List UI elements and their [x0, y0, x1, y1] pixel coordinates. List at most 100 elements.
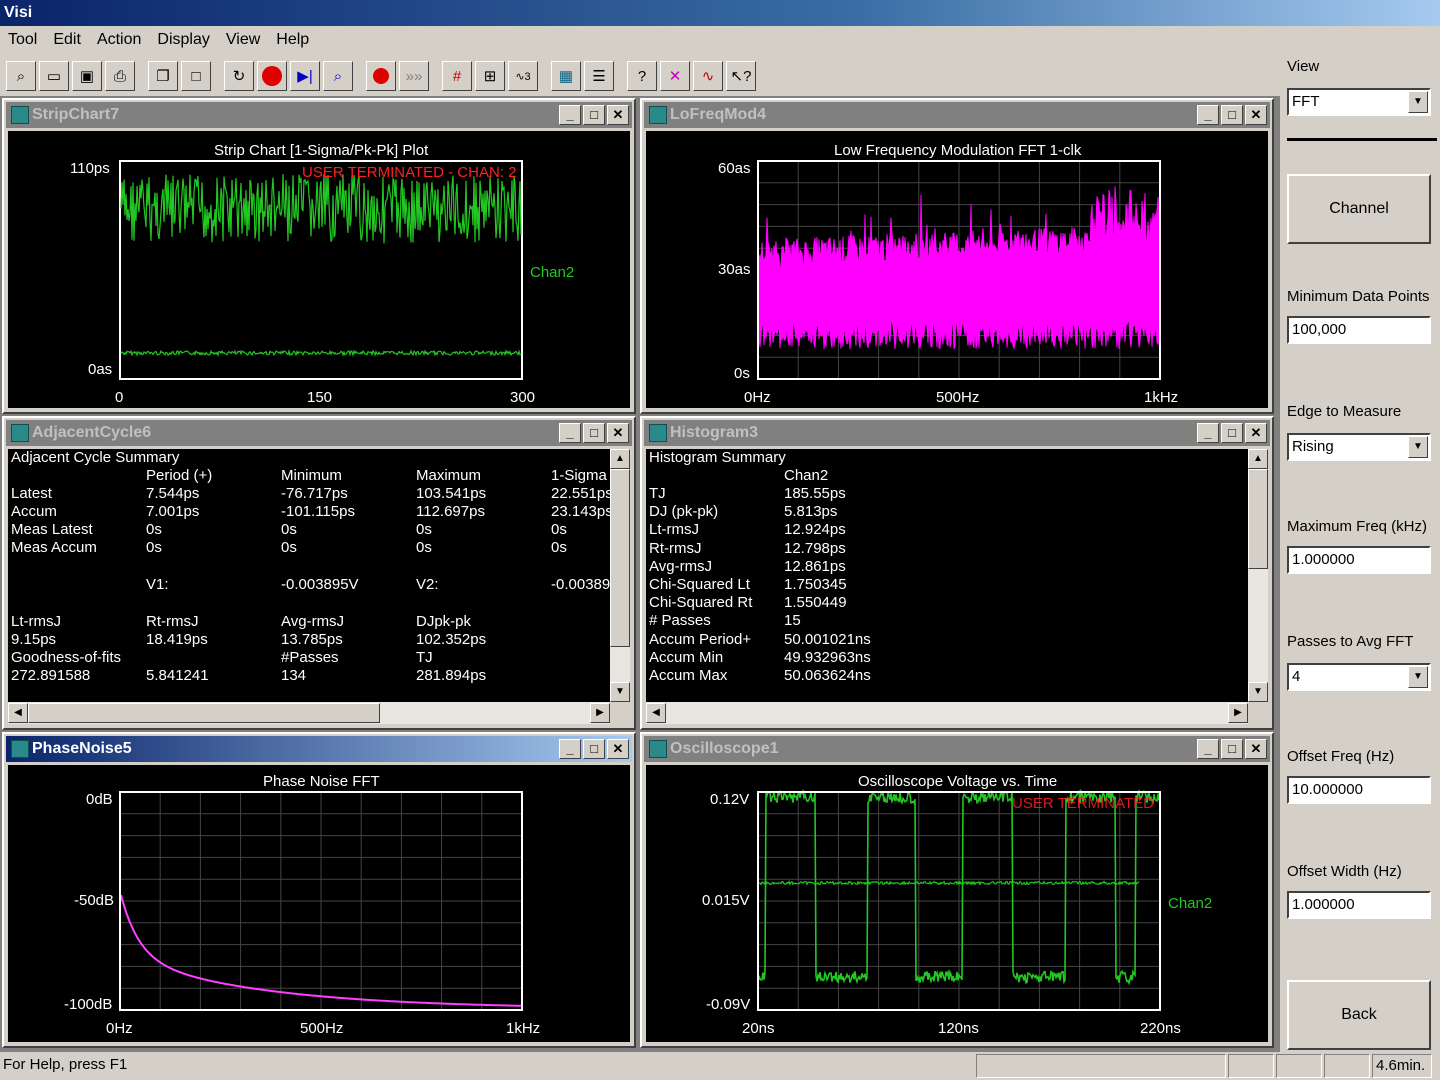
grid-icon[interactable]: # [442, 61, 472, 91]
form-icon[interactable]: ☰ [584, 61, 614, 91]
menu-action[interactable]: Action [89, 27, 149, 53]
stat-label: TJ [416, 649, 433, 666]
chevron-down-icon[interactable]: ▼ [1408, 436, 1428, 458]
minimize-button[interactable]: _ [559, 423, 581, 443]
row-label: Meas Accum [11, 539, 97, 556]
oscilloscope-window[interactable]: Oscilloscope1 _ □ ✕ Oscilloscope Voltage v… [640, 732, 1274, 1048]
cell: 0s [146, 521, 162, 538]
add-window-icon[interactable]: ⊞ [475, 61, 505, 91]
scroll-down-button[interactable]: ▼ [610, 682, 630, 702]
scroll-right-button[interactable]: ▶ [1228, 703, 1248, 723]
x-tick: 1kHz [1144, 389, 1179, 406]
maximize-button[interactable]: □ [583, 423, 605, 443]
menu-tool[interactable]: Tool [0, 27, 45, 53]
blank-icon[interactable]: □ [181, 61, 211, 91]
window-title-bar[interactable]: StripChart7 _ □ ✕ [6, 102, 632, 128]
channel-button[interactable]: Channel [1287, 174, 1431, 244]
vertical-scrollbar[interactable]: ▲ ▼ [1248, 449, 1268, 702]
max-freq-input[interactable]: 1.000000 [1287, 546, 1431, 574]
scroll-thumb[interactable] [610, 469, 630, 647]
scroll-left-button[interactable]: ◀ [646, 703, 666, 723]
calculator-icon[interactable]: ▦ [551, 61, 581, 91]
step-icon[interactable]: ▶| [290, 61, 320, 91]
scroll-thumb[interactable] [1248, 469, 1268, 569]
edge-select[interactable]: Rising ▼ [1287, 433, 1431, 461]
maximize-button[interactable]: □ [1221, 739, 1243, 759]
maximize-button[interactable]: □ [583, 105, 605, 125]
copy-icon[interactable]: ❐ [148, 61, 178, 91]
offset-width-input[interactable]: 1.000000 [1287, 891, 1431, 919]
row-label: Latest [11, 485, 52, 502]
scroll-down-button[interactable]: ▼ [1248, 682, 1268, 702]
menu-help[interactable]: Help [268, 27, 317, 53]
offset-freq-input[interactable]: 10.000000 [1287, 776, 1431, 804]
size-grip[interactable] [610, 702, 630, 724]
close-button[interactable]: ✕ [607, 739, 629, 759]
column-header: Chan2 [784, 467, 829, 484]
minimize-button[interactable]: _ [1197, 423, 1219, 443]
menu-edit[interactable]: Edit [45, 27, 89, 53]
close-button[interactable]: ✕ [607, 105, 629, 125]
window-title-bar[interactable]: AdjacentCycle6 _ □ ✕ [6, 420, 632, 446]
save-icon[interactable]: ▣ [72, 61, 102, 91]
scroll-right-button[interactable]: ▶ [590, 703, 610, 723]
scroll-left-button[interactable]: ◀ [8, 703, 28, 723]
window-title-bar[interactable]: Oscilloscope1 _ □ ✕ [644, 736, 1270, 762]
menu-view[interactable]: View [218, 27, 268, 53]
adjacent-cycle-window[interactable]: AdjacentCycle6 _ □ ✕ Adjacent Cycle Summar… [2, 416, 636, 730]
min-data-points-input[interactable]: 100,000 [1287, 316, 1431, 344]
minimize-button[interactable]: _ [1197, 739, 1219, 759]
zoom-icon[interactable]: ⌕ [323, 61, 353, 91]
cell: 1.750345 [784, 576, 847, 593]
horizontal-scrollbar[interactable]: ◀ ▶ [646, 702, 1248, 724]
minimize-button[interactable]: _ [1197, 105, 1219, 125]
record-icon[interactable] [366, 61, 396, 91]
scroll-up-button[interactable]: ▲ [1248, 449, 1268, 469]
stripchart-window[interactable]: StripChart7 _ □ ✕ Strip Chart [1-Sigma/Pk-… [2, 98, 636, 414]
fast-forward-icon[interactable]: »» [399, 61, 429, 91]
chart-window-icon [649, 740, 667, 758]
open-zoom-icon[interactable]: ⌕ [6, 61, 36, 91]
view-select[interactable]: FFT ▼ [1287, 88, 1431, 116]
maximize-button[interactable]: □ [1221, 105, 1243, 125]
chevron-down-icon[interactable]: ▼ [1408, 666, 1428, 688]
stop-icon[interactable] [257, 61, 287, 91]
close-button[interactable]: ✕ [1245, 105, 1267, 125]
maximize-button[interactable]: □ [1221, 423, 1243, 443]
size-grip[interactable] [1248, 702, 1268, 724]
report-icon[interactable]: ∿ [693, 61, 723, 91]
refresh-icon[interactable]: ↻ [224, 61, 254, 91]
chevron-down-icon[interactable]: ▼ [1408, 91, 1428, 113]
close-button[interactable]: ✕ [607, 423, 629, 443]
help-icon[interactable]: ? [627, 61, 657, 91]
context-help-icon[interactable]: ↖? [726, 61, 756, 91]
window-title-bar[interactable]: PhaseNoise5 _ □ ✕ [6, 736, 632, 762]
y-tick-bottom: 0as [88, 361, 113, 378]
minimize-button[interactable]: _ [559, 105, 581, 125]
back-button[interactable]: Back [1287, 980, 1431, 1050]
menu-display[interactable]: Display [149, 27, 217, 53]
open-folder-icon[interactable]: ▭ [39, 61, 69, 91]
tool-icon[interactable]: ✕ [660, 61, 690, 91]
print-icon[interactable]: ⎙ [105, 61, 135, 91]
scroll-up-button[interactable]: ▲ [610, 449, 630, 469]
phase-noise-window[interactable]: PhaseNoise5 _ □ ✕ Phase Noise FFT 0dB -50d… [2, 732, 636, 1048]
stat-label: Goodness-of-fits [11, 649, 122, 666]
row-label: Rt-rmsJ [649, 539, 702, 557]
passes-select[interactable]: 4 ▼ [1287, 663, 1431, 691]
cell: 0s [146, 539, 162, 556]
close-button[interactable]: ✕ [1245, 423, 1267, 443]
horizontal-scrollbar[interactable]: ◀ ▶ [8, 702, 610, 724]
window-title-bar[interactable]: LoFreqMod4 _ □ ✕ [644, 102, 1270, 128]
scroll-thumb[interactable] [28, 703, 380, 723]
maximize-button[interactable]: □ [583, 739, 605, 759]
lofreq-window[interactable]: LoFreqMod4 _ □ ✕ Low Frequency Modulation … [640, 98, 1274, 414]
histogram-window[interactable]: Histogram3 _ □ ✕ Histogram Summary Chan2 T… [640, 416, 1274, 730]
toolbar: ⌕ ▭ ▣ ⎙ ❐ □ ↻ ▶| ⌕ »» # ⊞ ∿3 ▦ ☰ ? ✕ ∿ ↖… [6, 58, 759, 94]
vertical-scrollbar[interactable]: ▲ ▼ [610, 449, 630, 702]
minimize-button[interactable]: _ [559, 739, 581, 759]
window-title-bar[interactable]: Histogram3 _ □ ✕ [644, 420, 1270, 446]
x-tick: 150 [307, 389, 333, 406]
close-button[interactable]: ✕ [1245, 739, 1267, 759]
fft-icon[interactable]: ∿3 [508, 61, 538, 91]
